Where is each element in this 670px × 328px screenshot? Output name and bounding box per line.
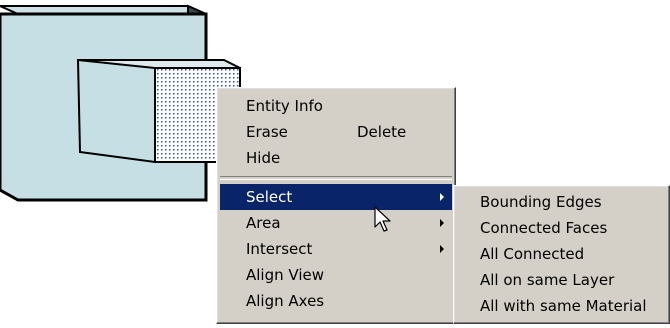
submenu-item-label: Bounding Edges (480, 193, 602, 211)
submenu-item-all-connected[interactable]: All Connected (457, 241, 666, 267)
menu-item-label: Align View (246, 266, 324, 284)
submenu-item-label: All on same Layer (480, 271, 615, 289)
submenu-item-all-on-same-layer[interactable]: All on same Layer (457, 267, 666, 293)
menu-item-label: Align Axes (246, 292, 325, 310)
submenu-item-label: Connected Faces (480, 219, 608, 237)
submenu-item-label: All with same Material (480, 297, 647, 315)
menu-item-label: Intersect (246, 240, 313, 258)
select-submenu: Bounding Edges Connected Faces All Conne… (453, 185, 670, 324)
menu-item-align-axes[interactable]: Align Axes (220, 288, 452, 314)
menu-item-select[interactable]: Select (220, 184, 452, 210)
menu-item-erase[interactable]: Erase Delete (220, 119, 452, 145)
menu-item-align-view[interactable]: Align View (220, 262, 452, 288)
menu-item-label: Entity Info (246, 97, 323, 115)
submenu-item-connected-faces[interactable]: Connected Faces (457, 215, 666, 241)
submenu-item-bounding-edges[interactable]: Bounding Edges (457, 189, 666, 215)
menu-item-entity-info[interactable]: Entity Info (220, 93, 452, 119)
chevron-right-icon (440, 245, 444, 253)
small-box-front-face[interactable] (76, 58, 156, 164)
chevron-right-icon (440, 193, 444, 201)
chevron-right-icon (440, 219, 444, 227)
menu-item-label: Hide (246, 149, 281, 167)
menu-separator (220, 176, 452, 180)
menu-item-label: Select (246, 188, 293, 206)
menu-item-intersect[interactable]: Intersect (220, 236, 452, 262)
submenu-item-all-with-same-material[interactable]: All with same Material (457, 293, 666, 319)
menu-item-shortcut: Delete (357, 123, 407, 141)
menu-item-hide[interactable]: Hide (220, 145, 452, 171)
arrow-pointer-icon (374, 206, 391, 232)
menu-item-area[interactable]: Area (220, 210, 452, 236)
context-menu: Entity Info Erase Delete Hide Select Area… (216, 87, 456, 324)
submenu-item-label: All Connected (480, 245, 585, 263)
menu-item-label: Erase (246, 123, 288, 141)
menu-item-label: Area (246, 214, 281, 232)
